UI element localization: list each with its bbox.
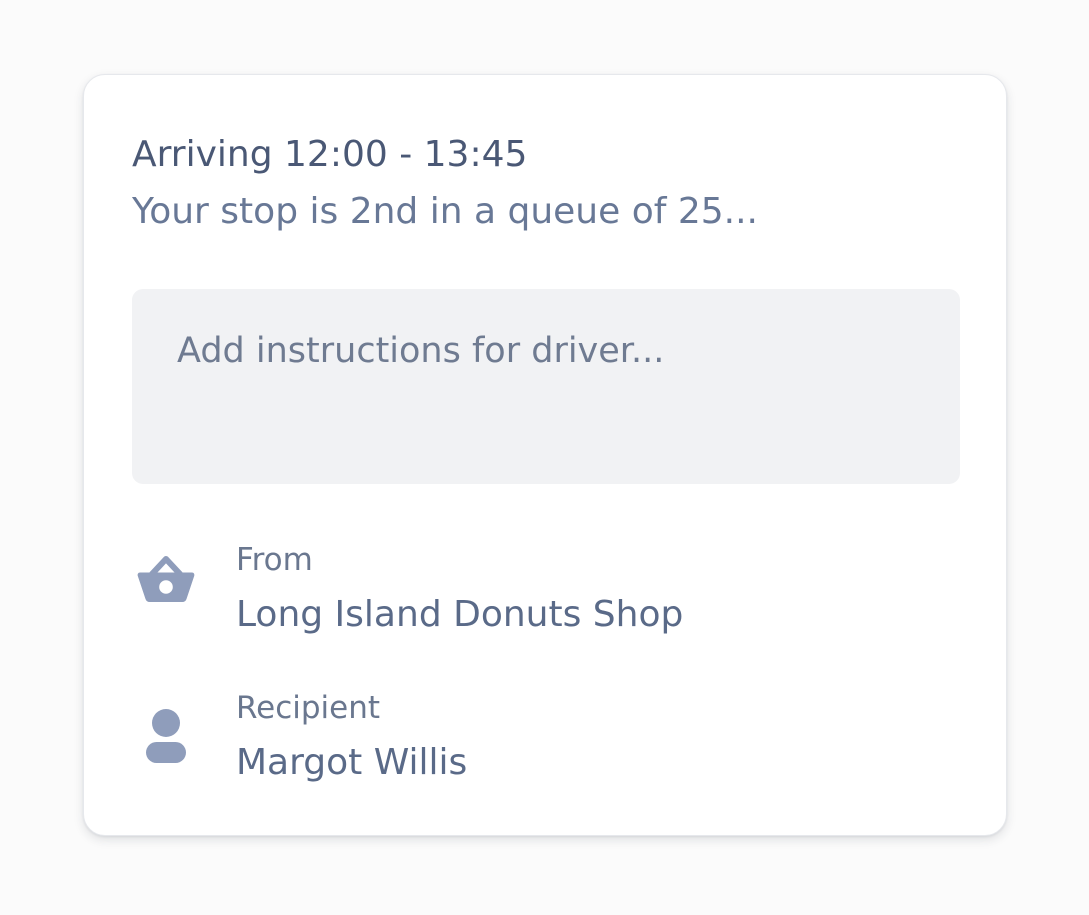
from-row: From Long Island Donuts Shop [132,539,960,639]
arrival-time-heading: Arriving 12:00 - 13:45 [132,134,528,175]
basket-icon [136,551,196,611]
queue-position-text: Your stop is 2nd in a queue of 25... [132,191,758,232]
recipient-name: Margot Willis [236,742,468,783]
store-name: Long Island Donuts Shop [236,594,684,635]
from-label: From [236,542,313,578]
person-icon [136,705,196,765]
delivery-card: Arriving 12:00 - 13:45 Your stop is 2nd … [83,74,1007,836]
recipient-label: Recipient [236,690,381,726]
recipient-row: Recipient Margot Willis [132,687,960,787]
driver-instructions-input[interactable] [132,289,960,484]
